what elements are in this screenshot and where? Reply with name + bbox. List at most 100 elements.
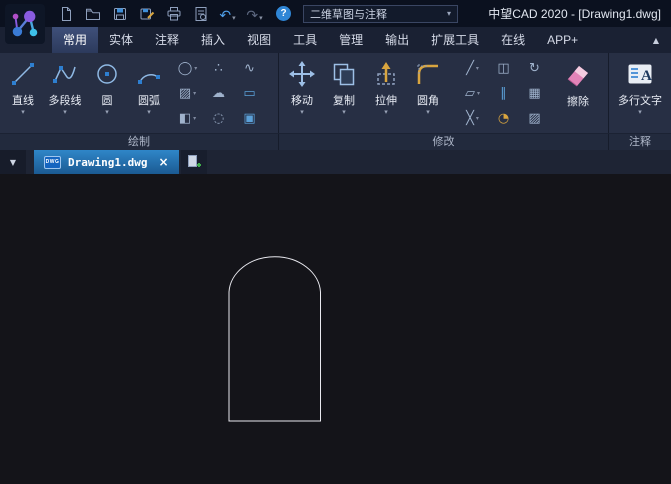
dropdown-arrow-icon: ▾: [105, 108, 109, 116]
break-tool[interactable]: ╳ ▾: [457, 106, 488, 131]
fillet-button[interactable]: 圆角 ▾: [407, 55, 449, 131]
save-as-button[interactable]: [135, 4, 158, 23]
circle-button[interactable]: 圆 ▾: [86, 55, 128, 131]
rectangle-icon: ▭: [243, 85, 256, 101]
document-tab-label: Drawing1.dwg: [68, 155, 148, 169]
ribbon-tab-bar: 常用 实体 注释 插入 视图 工具 管理 输出 扩展工具 在线 APP+ ▲: [0, 27, 671, 53]
join-tool[interactable]: ◔: [488, 106, 519, 131]
draw-panel: 直线 ▾ 多段线 ▾ 圆 ▾ 圆弧 ▾ ◯ ▾ ∴ ∿ ▨ ▾ ☁ ▭ ◧ ▾ …: [0, 53, 279, 133]
region-tool[interactable]: ▣: [234, 106, 265, 131]
offset-tool[interactable]: ∥: [488, 81, 519, 106]
new-tab-icon: [187, 155, 201, 167]
hatch-tool[interactable]: ▨ ▾: [172, 81, 203, 106]
rotate-icon: ↻: [529, 60, 540, 76]
help-icon: ?: [280, 8, 287, 19]
donut-icon: ◌: [212, 110, 225, 126]
chevron-down-icon: ▼: [9, 157, 17, 167]
scale-icon: ▱: [464, 85, 475, 101]
mtext-icon: A: [626, 60, 654, 88]
rotate-tool[interactable]: ↻: [519, 56, 550, 81]
tab-app-plus[interactable]: APP+: [536, 27, 589, 53]
workspace-selector[interactable]: 二维草图与注释 ▾: [303, 4, 458, 23]
explode-tool[interactable]: ▨: [519, 106, 550, 131]
document-tab-active[interactable]: DWG Drawing1.dwg ×: [34, 150, 179, 174]
close-icon[interactable]: ×: [158, 155, 168, 169]
ellipse-tool[interactable]: ◯ ▾: [172, 56, 203, 81]
annotate-panel-label[interactable]: 注释: [609, 134, 671, 151]
redo-button[interactable]: ↷ ▾: [243, 4, 266, 23]
circle-icon: [93, 60, 121, 88]
annotate-panel: A 多行文字 ▾: [609, 53, 671, 133]
arc-icon: [135, 60, 163, 88]
open-button[interactable]: [81, 4, 104, 23]
save-button[interactable]: [108, 4, 131, 23]
quick-access-toolbar: ↶ ▾ ↷ ▾ ?: [54, 4, 291, 23]
line-button[interactable]: 直线 ▾: [2, 55, 44, 131]
stretch-button[interactable]: 拉伸 ▾: [365, 55, 407, 131]
modify-panel: 移动 ▾ 复制 ▾ 拉伸 ▾ 圆角 ▾ ╱ ▾ ◫ ↻ ▱ ▾ ∥ ▦ ╳ ▾ …: [279, 53, 609, 133]
ribbon: 直线 ▾ 多段线 ▾ 圆 ▾ 圆弧 ▾ ◯ ▾ ∴ ∿ ▨ ▾ ☁ ▭ ◧ ▾ …: [0, 53, 671, 133]
copy-button[interactable]: 复制 ▾: [323, 55, 365, 131]
tab-home[interactable]: 常用: [52, 27, 99, 53]
new-file-icon: [61, 6, 71, 21]
revision-cloud-tool[interactable]: ☁: [203, 81, 234, 106]
drawing-canvas[interactable]: [0, 174, 671, 484]
door-shape-entity[interactable]: [228, 256, 321, 422]
dropdown-arrow-icon: ▾: [193, 90, 197, 97]
collapse-ribbon-icon: ▲: [652, 35, 660, 45]
scale-tool[interactable]: ▱ ▾: [457, 81, 488, 106]
tab-annotate[interactable]: 注释: [144, 27, 190, 53]
erase-button[interactable]: 擦除: [553, 55, 603, 131]
modify-panel-label[interactable]: 修改: [279, 134, 609, 151]
gradient-tool[interactable]: ◧ ▾: [172, 106, 203, 131]
help-button[interactable]: ?: [276, 6, 291, 21]
mirror-tool[interactable]: ◫: [488, 56, 519, 81]
tab-manage[interactable]: 管理: [328, 27, 374, 53]
gradient-icon: ◧: [178, 110, 192, 126]
print-button[interactable]: [162, 4, 185, 23]
draw-small-tools: ◯ ▾ ∴ ∿ ▨ ▾ ☁ ▭ ◧ ▾ ◌ ▣: [172, 56, 265, 131]
open-folder-icon: [85, 8, 100, 20]
modify-small-tools: ╱ ▾ ◫ ↻ ▱ ▾ ∥ ▦ ╳ ▾ ◔ ▨: [457, 56, 550, 131]
arc-button[interactable]: 圆弧 ▾: [128, 55, 170, 131]
new-button[interactable]: [54, 4, 77, 23]
rectangle-tool[interactable]: ▭: [234, 81, 265, 106]
polyline-button[interactable]: 多段线 ▾: [44, 55, 86, 131]
preview-icon: [195, 6, 206, 21]
document-list-button[interactable]: ▼: [0, 150, 26, 174]
dropdown-arrow-icon: ▾: [475, 115, 479, 122]
dropdown-arrow-icon: ▾: [194, 65, 198, 72]
draw-panel-label[interactable]: 绘制: [0, 134, 279, 151]
polyline-icon: [51, 60, 79, 88]
button-label: 多行文字: [618, 95, 662, 107]
title-bar: ↶ ▾ ↷ ▾ ? 二维草图与注释 ▾ 中望CAD 2020 - [Drawin…: [0, 0, 671, 44]
tab-solid[interactable]: 实体: [98, 27, 144, 53]
undo-button[interactable]: ↶ ▾: [216, 4, 239, 23]
trim-tool[interactable]: ╱ ▾: [457, 56, 488, 81]
zwcad-logo-icon: [5, 4, 45, 44]
plot-preview-button[interactable]: [189, 4, 212, 23]
dropdown-arrow-icon: ▾: [63, 108, 67, 116]
point-icon: ∴: [214, 60, 223, 76]
app-logo[interactable]: [5, 4, 45, 44]
tab-express-tools[interactable]: 扩展工具: [420, 27, 490, 53]
donut-tool[interactable]: ◌: [203, 106, 234, 131]
button-label: 圆: [101, 95, 113, 107]
tab-online[interactable]: 在线: [490, 27, 536, 53]
tab-view[interactable]: 视图: [236, 27, 282, 53]
offset-icon: ∥: [500, 85, 507, 101]
dropdown-arrow-icon: ▾: [193, 115, 197, 122]
button-label: 圆弧: [138, 95, 160, 107]
move-button[interactable]: 移动 ▾: [281, 55, 323, 131]
point-tool[interactable]: ∴: [203, 56, 234, 81]
mtext-button[interactable]: A 多行文字 ▾: [612, 55, 668, 131]
array-tool[interactable]: ▦: [519, 81, 550, 106]
spline-tool[interactable]: ∿: [234, 56, 265, 81]
button-label: 多段线: [48, 95, 82, 107]
new-document-tab-button[interactable]: [180, 150, 207, 174]
collapse-ribbon-button[interactable]: ▲: [641, 27, 671, 53]
tab-insert[interactable]: 插入: [190, 27, 236, 53]
tab-output[interactable]: 输出: [374, 27, 420, 53]
printer-icon: [167, 6, 180, 20]
tab-tools[interactable]: 工具: [282, 27, 328, 53]
